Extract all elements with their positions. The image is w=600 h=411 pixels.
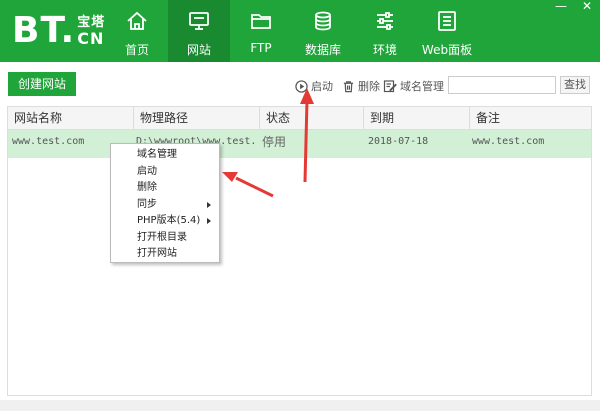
ctx-open-site[interactable]: 打开网站 bbox=[111, 246, 219, 263]
column-header-status[interactable]: 状态 bbox=[260, 107, 364, 130]
nav-web-panel-label: Web面板 bbox=[421, 43, 473, 57]
table-row[interactable]: www.test.com D:\wwwroot\www.test... 停用 2… bbox=[8, 130, 591, 158]
start-tool-button[interactable]: 启动 bbox=[294, 78, 333, 94]
close-button[interactable]: ✕ bbox=[576, 0, 598, 14]
play-circle-icon bbox=[294, 79, 308, 93]
column-header-path[interactable]: 物理路径 bbox=[134, 107, 260, 130]
minimize-button[interactable]: — bbox=[550, 0, 572, 14]
logo-domain-text: CN bbox=[77, 28, 105, 48]
column-header-note[interactable]: 备注 bbox=[470, 107, 591, 130]
edit-document-icon bbox=[383, 79, 397, 93]
monitor-icon bbox=[187, 9, 211, 33]
nav-environment-label: 环境 bbox=[372, 43, 397, 57]
nav-ftp-label: FTP bbox=[250, 41, 272, 55]
ctx-delete[interactable]: 删除 bbox=[111, 180, 219, 197]
ctx-open-site-label: 打开网站 bbox=[137, 248, 177, 259]
sliders-icon bbox=[373, 9, 397, 33]
trash-icon bbox=[341, 79, 355, 93]
cell-note: www.test.com bbox=[472, 136, 545, 147]
ctx-open-root[interactable]: 打开根目录 bbox=[111, 230, 219, 247]
nav-database-label: 数据库 bbox=[304, 43, 341, 57]
domain-manage-tool-label: 域名管理 bbox=[400, 80, 444, 93]
row-context-menu: 域名管理 启动 删除 同步 PHP版本(5.4) 打开根目录 打开网站 bbox=[110, 143, 220, 263]
nav-home[interactable]: 首页 bbox=[106, 0, 168, 62]
ctx-php-version-label: PHP版本(5.4) bbox=[137, 215, 201, 226]
nav-database[interactable]: 数据库 bbox=[292, 0, 354, 62]
cell-status[interactable]: 停用 bbox=[262, 130, 342, 158]
ctx-sync[interactable]: 同步 bbox=[111, 197, 219, 214]
start-tool-label: 启动 bbox=[311, 80, 333, 93]
nav-environment[interactable]: 环境 bbox=[354, 0, 416, 62]
logo-bt-text: BT. bbox=[12, 10, 76, 51]
ctx-open-root-label: 打开根目录 bbox=[137, 231, 187, 243]
nav-website-label: 网站 bbox=[186, 43, 211, 57]
table-header: 网站名称 物理路径 状态 到期 备注 bbox=[8, 107, 591, 130]
ctx-delete-label: 删除 bbox=[137, 182, 157, 193]
top-header: BT. 宝塔 CN 首页 网站 FTP 数据库 环境 Web面板 — ✕ bbox=[0, 0, 600, 62]
ctx-php-version[interactable]: PHP版本(5.4) bbox=[111, 213, 219, 230]
bottom-strip bbox=[0, 400, 600, 411]
delete-tool-label: 删除 bbox=[358, 80, 380, 93]
domain-manage-tool-button[interactable]: 域名管理 bbox=[383, 78, 444, 94]
folder-icon bbox=[249, 9, 273, 33]
search-input[interactable] bbox=[448, 76, 556, 94]
bt-logo: BT. 宝塔 CN bbox=[12, 10, 105, 52]
nav-ftp[interactable]: FTP bbox=[230, 0, 292, 62]
database-icon bbox=[311, 9, 335, 33]
submenu-arrow-icon bbox=[207, 201, 211, 208]
home-icon bbox=[125, 9, 149, 33]
ctx-domain-manage-label: 域名管理 bbox=[137, 149, 177, 160]
ctx-start-label: 启动 bbox=[137, 165, 157, 177]
ctx-start[interactable]: 启动 bbox=[111, 164, 219, 181]
panel-list-icon bbox=[435, 9, 459, 33]
search-button[interactable]: 查找 bbox=[560, 76, 590, 94]
nav-website[interactable]: 网站 bbox=[168, 0, 230, 62]
window-controls: — ✕ bbox=[550, 0, 598, 14]
ctx-domain-manage[interactable]: 域名管理 bbox=[111, 147, 219, 164]
nav-home-label: 首页 bbox=[124, 43, 149, 57]
column-header-expire[interactable]: 到期 bbox=[364, 107, 470, 130]
delete-tool-button[interactable]: 删除 bbox=[341, 78, 380, 94]
website-table: 网站名称 物理路径 状态 到期 备注 www.test.com D:\wwwro… bbox=[7, 106, 592, 396]
submenu-arrow-icon bbox=[207, 218, 211, 224]
logo-cn-text: 宝塔 bbox=[77, 14, 106, 30]
cell-expire: 2018-07-18 bbox=[368, 136, 429, 147]
column-header-site-name[interactable]: 网站名称 bbox=[8, 107, 134, 130]
create-website-button[interactable]: 创建网站 bbox=[8, 72, 76, 96]
main-nav: 首页 网站 FTP 数据库 环境 Web面板 bbox=[106, 0, 478, 62]
nav-web-panel[interactable]: Web面板 bbox=[416, 0, 478, 62]
ctx-sync-label: 同步 bbox=[137, 198, 157, 210]
